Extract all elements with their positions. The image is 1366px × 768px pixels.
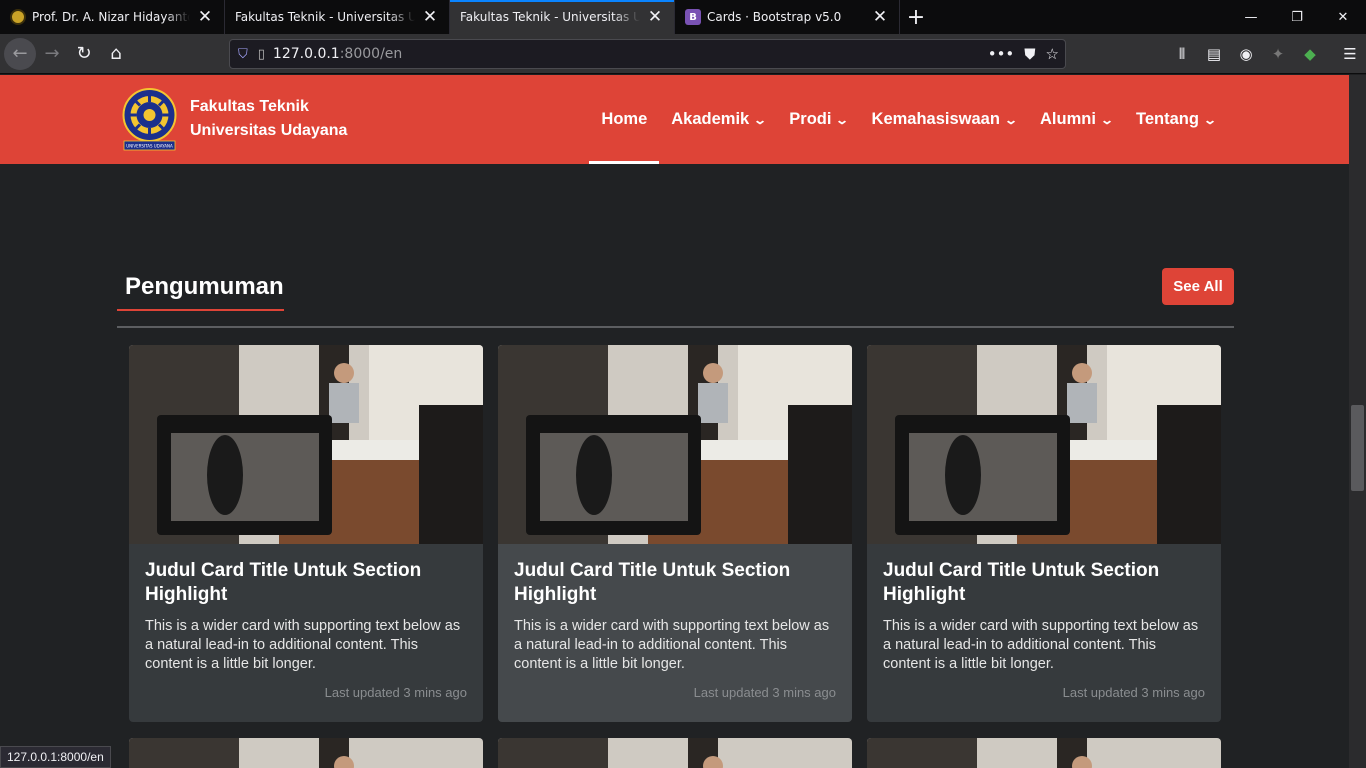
card-title: Judul Card Title Untuk Section Highlight — [883, 560, 1160, 605]
close-tab-icon[interactable]: ✕ — [646, 7, 664, 27]
announcement-card[interactable]: Judul Card Title Untuk Section Highlight… — [129, 345, 483, 722]
extension-icon[interactable]: ✦ — [1262, 38, 1294, 70]
brand-line-2: Universitas Udayana — [190, 122, 348, 139]
back-icon[interactable]: ← — [4, 37, 36, 70]
window-controls: — ❐ ✕ — [1228, 0, 1366, 34]
close-tab-icon[interactable]: ✕ — [196, 7, 214, 27]
card-text: This is a wider card with supporting tex… — [145, 618, 461, 672]
logo-caption: UNIVERSITAS UDAYANA — [126, 144, 173, 149]
site-brand[interactable]: Fakultas Teknik Universitas Udayana — [190, 95, 347, 143]
announcement-card-partial[interactable] — [498, 738, 852, 768]
close-window-icon[interactable]: ✕ — [1320, 0, 1366, 34]
card-title: Judul Card Title Untuk Section Highlight — [145, 560, 422, 605]
browser-toolbar: ← → ↻ ⌂ ⛉ ▯ 127.0.0.1:8000/en ••• ⛊ ☆ ⫴ … — [0, 34, 1366, 74]
nav-prodi[interactable]: Prodi ⌄ — [777, 75, 859, 164]
home-icon[interactable]: ⌂ — [100, 38, 132, 70]
browser-tab-active[interactable]: Fakultas Teknik - Universitas Udayana ✕ — [450, 0, 675, 34]
card-image — [129, 738, 483, 768]
close-tab-icon[interactable]: ✕ — [871, 7, 889, 27]
chevron-down-icon: ⌄ — [1099, 112, 1114, 127]
university-logo[interactable]: UNIVERSITAS UDAYANA — [122, 88, 177, 151]
restore-icon[interactable]: ❐ — [1274, 0, 1320, 34]
browser-tab[interactable]: Fakultas Teknik - Universitas Udayana ✕ — [225, 0, 450, 34]
card-image — [129, 345, 483, 544]
chevron-down-icon: ⌄ — [1202, 112, 1218, 127]
page-icon: ▯ — [257, 46, 265, 62]
card-image — [498, 738, 852, 768]
announcement-card-partial[interactable] — [867, 738, 1221, 768]
nav-label: Tentang — [1135, 110, 1199, 128]
nav-label: Akademik — [671, 110, 750, 128]
card-image — [498, 345, 852, 544]
pocket-icon[interactable]: ⛊ — [1024, 45, 1035, 63]
browser-tab[interactable]: B Cards · Bootstrap v5.0 ✕ — [675, 0, 900, 34]
card-text: This is a wider card with supporting tex… — [514, 618, 830, 672]
library-icon[interactable]: ⫴ — [1166, 38, 1198, 70]
announcement-card-partial[interactable] — [129, 738, 483, 768]
bookmark-star-icon[interactable]: ☆ — [1046, 45, 1059, 63]
chevron-down-icon: ⌄ — [835, 112, 850, 127]
page-viewport: UNIVERSITAS UDAYANA Fakultas Teknik Univ… — [0, 75, 1349, 768]
nav-tentang[interactable]: Tentang ⌄ — [1124, 75, 1227, 164]
section-divider — [117, 326, 1234, 328]
nav-akademik[interactable]: Akademik ⌄ — [659, 75, 777, 164]
forward-icon[interactable]: → — [36, 38, 68, 70]
main-nav: Home Akademik ⌄ Prodi ⌄ Kemahasiswaan ⌄ Alu… — [589, 75, 1227, 164]
card-updated: Last updated 3 mins ago — [1062, 685, 1205, 700]
nav-label: Prodi — [789, 110, 832, 128]
announcement-card[interactable]: Judul Card Title Untuk Section Highlight… — [867, 345, 1221, 722]
new-tab-icon[interactable]: + — [900, 0, 932, 34]
account-icon[interactable]: ◉ — [1230, 38, 1262, 70]
chevron-down-icon: ⌄ — [1003, 112, 1019, 127]
nav-kemahasiswaan[interactable]: Kemahasiswaan ⌄ — [860, 75, 1028, 164]
see-all-button[interactable]: See All — [1162, 268, 1234, 305]
minimize-icon[interactable]: — — [1228, 0, 1274, 34]
university-seal-icon — [10, 9, 26, 25]
card-updated: Last updated 3 mins ago — [324, 685, 467, 700]
extension-colorful-icon[interactable]: ◆ — [1294, 38, 1326, 70]
toolbar-icons: ⫴ ▤ ◉ ✦ ◆ ☰ — [1166, 34, 1366, 74]
page-scrollbar[interactable] — [1349, 75, 1366, 768]
card-updated: Last updated 3 mins ago — [693, 685, 836, 700]
scrollbar-thumb[interactable] — [1351, 405, 1364, 491]
nav-label: Kemahasiswaan — [871, 110, 1000, 128]
address-bar[interactable]: ⛉ ▯ 127.0.0.1:8000/en ••• ⛊ ☆ — [229, 39, 1066, 69]
reload-icon[interactable]: ↻ — [68, 38, 100, 70]
section-title: Pengumuman — [117, 268, 284, 311]
status-bar: 127.0.0.1:8000/en — [0, 746, 111, 768]
bootstrap-icon: B — [685, 9, 701, 25]
tab-label: Prof. Dr. A. Nizar Hidayanto – F — [32, 10, 190, 24]
tab-label: Fakultas Teknik - Universitas Udayana — [235, 10, 415, 24]
card-text: This is a wider card with supporting tex… — [883, 618, 1199, 672]
card-image — [867, 738, 1221, 768]
more-actions-icon[interactable]: ••• — [988, 45, 1015, 63]
tab-label: Cards · Bootstrap v5.0 — [707, 10, 842, 24]
browser-tab-bar: Prof. Dr. A. Nizar Hidayanto – F ✕ Fakul… — [0, 0, 1366, 34]
nav-home[interactable]: Home — [589, 75, 660, 164]
shield-icon[interactable]: ⛉ — [238, 47, 248, 62]
tab-label: Fakultas Teknik - Universitas Udayana — [460, 10, 640, 24]
chevron-down-icon: ⌄ — [753, 112, 768, 127]
menu-icon[interactable]: ☰ — [1334, 38, 1366, 70]
url-path: :8000/en — [339, 46, 403, 62]
nav-alumni[interactable]: Alumni ⌄ — [1028, 75, 1124, 164]
brand-line-1: Fakultas Teknik — [190, 98, 309, 115]
card-title: Judul Card Title Untuk Section Highlight — [514, 560, 791, 605]
card-image — [867, 345, 1221, 544]
close-tab-icon[interactable]: ✕ — [421, 7, 439, 27]
browser-tab[interactable]: Prof. Dr. A. Nizar Hidayanto – F ✕ — [0, 0, 225, 34]
site-header: UNIVERSITAS UDAYANA Fakultas Teknik Univ… — [0, 75, 1349, 164]
nav-label: Home — [601, 110, 648, 128]
nav-label: Alumni — [1040, 110, 1096, 128]
sidebar-icon[interactable]: ▤ — [1198, 38, 1230, 70]
announcement-card[interactable]: Judul Card Title Untuk Section Highlight… — [498, 345, 852, 722]
url-host: 127.0.0.1 — [272, 46, 340, 62]
